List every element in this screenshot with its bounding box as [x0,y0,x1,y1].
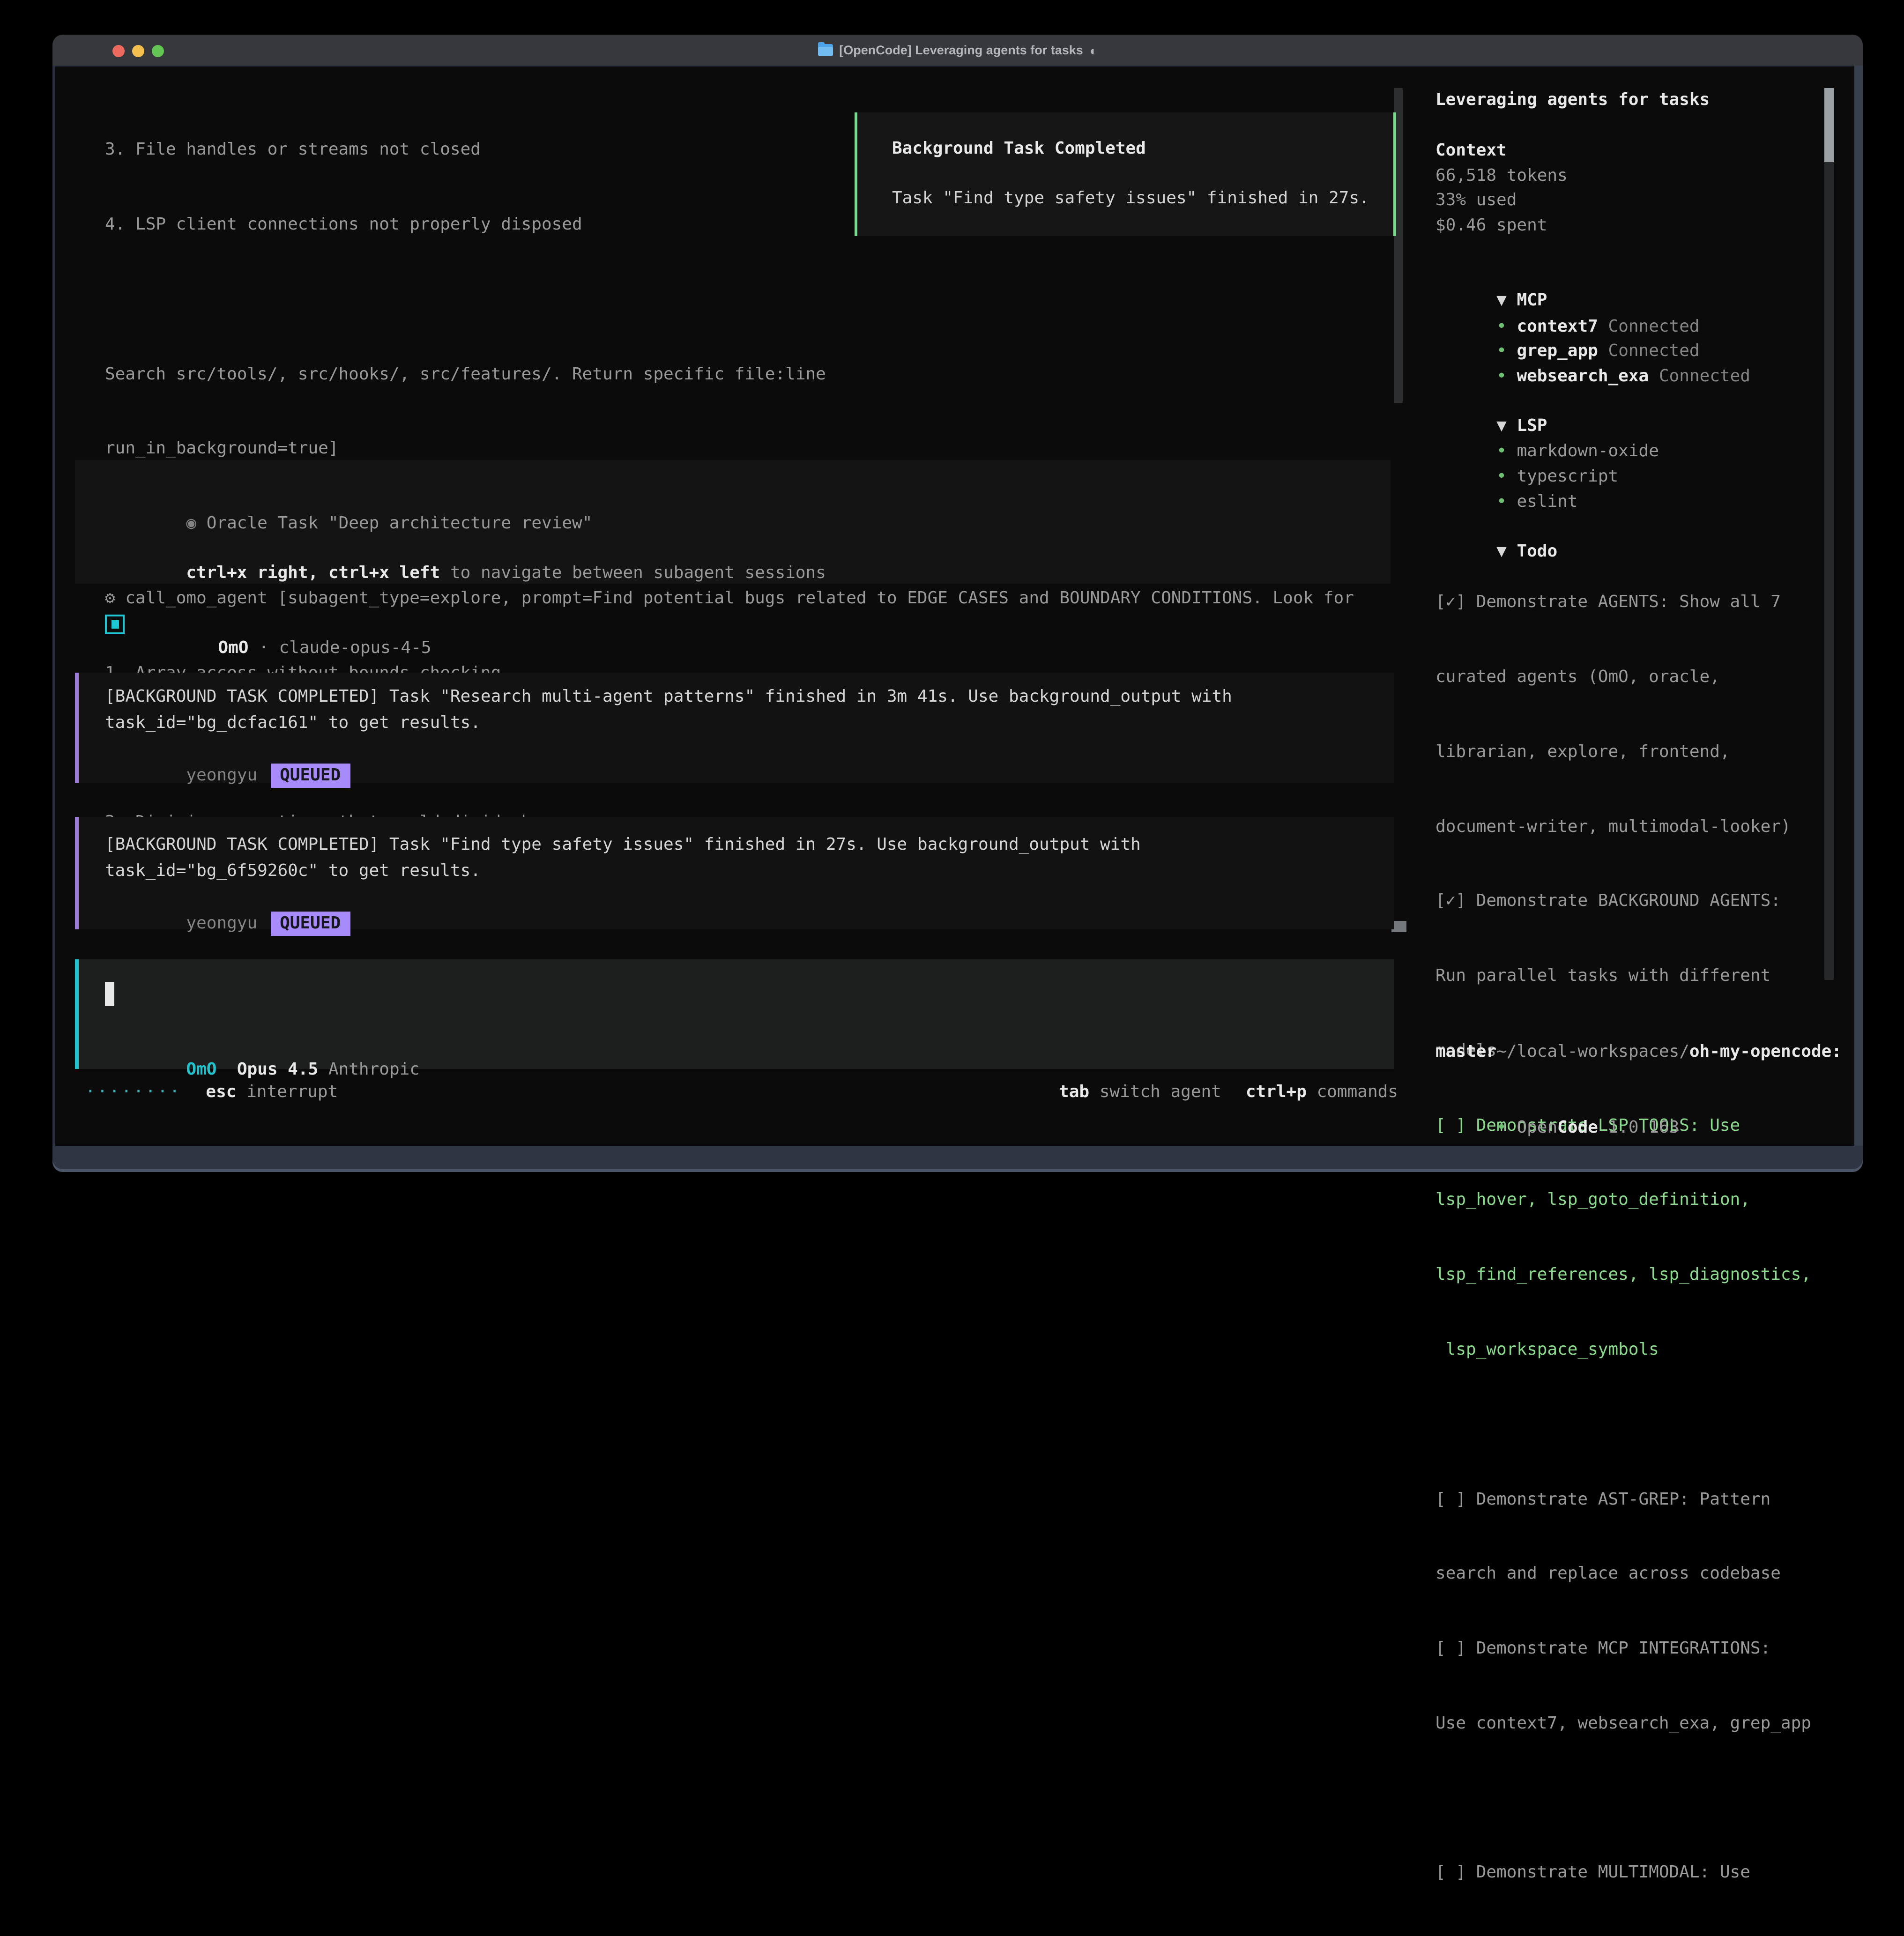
toast-title: Background Task Completed [892,137,1146,162]
subagent-radio-icon: ◉ [186,513,196,533]
todo-line: librarian, explore, frontend, [1435,740,1820,765]
ctrlp-key-label: commands [1307,1082,1398,1102]
bullet-icon: • [1496,366,1517,386]
status-badge: QUEUED [270,911,350,936]
todo-line: search and replace across codebase [1435,1562,1820,1587]
context-spent: $0.46 spent [1435,214,1547,238]
message-author: yeongyu [186,765,257,785]
sidebar-scrollbar-track[interactable] [1824,162,1834,980]
context-tokens: 66,518 tokens [1435,164,1568,189]
window-title: [OpenCode] Leveraging agents for tasks [839,43,1083,57]
todo-line [1435,1413,1820,1438]
todo-line-active: lsp_hover, lsp_goto_definition, [1435,1188,1820,1213]
agent-separator: · [248,638,279,657]
status-bar: ········ esc interrupt tab switch agent … [85,1080,1398,1105]
esc-key-hint: esc [206,1082,236,1102]
ctrlp-key-hint: ctrl+p [1246,1082,1307,1102]
tab-key-hint: tab [1059,1082,1089,1102]
context-heading: Context [1435,139,1507,163]
version-number: 1.0.163 [1598,1117,1679,1137]
version-name-bold: Code [1557,1117,1598,1137]
message-card: [BACKGROUND TASK COMPLETED] Task "Find t… [75,817,1394,929]
message-line1: [BACKGROUND TASK COMPLETED] Task "Resear… [105,685,1232,710]
todo-line: [ ] Demonstrate MCP INTEGRATIONS: [1435,1637,1820,1662]
screen: [OpenCode] Leveraging agents for tasks ◐… [0,0,1904,1211]
folder-icon [818,44,833,56]
shortcut-description: to navigate between subagent sessions [440,563,826,582]
message-line2: task_id="bg_dcfac161" to get results. [105,711,481,736]
todo-line: [ ] Demonstrate MULTIMODAL: Use [1435,1861,1820,1886]
workspace-branch: master [1435,1040,1496,1065]
todo-list: [✓] Demonstrate AGENTS: Show all 7 curat… [1435,541,1820,1936]
input-provider-label: Anthropic [328,1059,420,1079]
window-right-border [1854,66,1863,1146]
version-name-light: Open [1517,1117,1557,1137]
version-line: • OpenCode 1.0.163 [1435,1090,1679,1165]
todo-line: Run parallel tasks with different [1435,964,1820,989]
titlebar: [OpenCode] Leveraging agents for tasks ◐ [52,35,1863,67]
message-line1: [BACKGROUND TASK COMPLETED] Task "Find t… [105,833,1141,858]
todo-line-active: lsp_workspace_symbols [1435,1338,1820,1363]
todo-line: document-writer, multimodal-looker) [1435,815,1820,839]
tab-key-label: switch agent [1089,1082,1221,1102]
sidebar-scrollbar-thumb[interactable] [1824,88,1834,162]
oracle-task-label: Oracle Task "Deep architecture review" [207,513,593,533]
message-line2: task_id="bg_6f59260c" to get results. [105,859,481,884]
agent-omo-icon [105,615,125,634]
workspace-path-prefix: ~/local-workspaces/ [1496,1041,1689,1061]
half-moon-icon: ◐ [1090,43,1098,58]
agent-model: claude-opus-4-5 [279,638,431,657]
background-task-toast[interactable]: Background Task Completed Task "Find typ… [855,112,1396,236]
mcp-status: Connected [1649,366,1750,386]
todo-line: [✓] Demonstrate BACKGROUND AGENTS: [1435,890,1820,914]
transcript-line [105,288,1354,312]
prompt-input[interactable]: OmO Opus 4.5 Anthropic [75,959,1394,1069]
message-author: yeongyu [186,913,257,933]
transcript-line: run_in_background=true] [105,437,1354,462]
agent-name: OmO [218,638,248,657]
bullet-icon: • [1496,491,1517,511]
todo-line-active: lsp_find_references, lsp_diagnostics, [1435,1263,1820,1288]
oracle-task-title [196,513,207,533]
toast-body: Task "Find type safety issues" finished … [892,186,1369,211]
input-agent-label[interactable]: OmO [186,1059,216,1079]
context-used: 33% used [1435,188,1517,213]
todo-line: Use context7, websearch_exa, grep_app [1435,1712,1820,1736]
mcp-name: websearch_exa [1517,366,1649,386]
status-badge: QUEUED [270,763,350,788]
transcript-line: Search src/tools/, src/hooks/, src/featu… [105,362,1354,387]
bullet-icon: • [1496,1117,1517,1137]
spinner-dots-icon: ········ [85,1080,181,1105]
oracle-task-box: ◉ Oracle Task "Deep architecture review"… [75,460,1391,584]
todo-line: curated agents (OmO, oracle, [1435,665,1820,690]
text-cursor [105,982,114,1006]
lsp-name: eslint [1517,491,1577,511]
keyboard-shortcut: ctrl+x right, ctrl+x left [186,563,440,582]
window-left-border [52,66,55,1146]
todo-line: [ ] Demonstrate AST-GREP: Pattern [1435,1487,1820,1512]
workspace-repo: oh-my-opencode: [1689,1041,1842,1061]
message-card: [BACKGROUND TASK COMPLETED] Task "Resear… [75,673,1394,783]
sidebar-session-title: Leveraging agents for tasks [1435,88,1710,113]
app-window: [OpenCode] Leveraging agents for tasks ◐… [52,35,1863,1172]
todo-line [1435,1786,1820,1811]
window-title-row: [OpenCode] Leveraging agents for tasks ◐ [52,35,1863,66]
esc-key-label: interrupt [236,1082,338,1102]
input-model-label[interactable]: Opus 4.5 [237,1059,318,1079]
todo-line: [✓] Demonstrate AGENTS: Show all 7 [1435,590,1820,615]
